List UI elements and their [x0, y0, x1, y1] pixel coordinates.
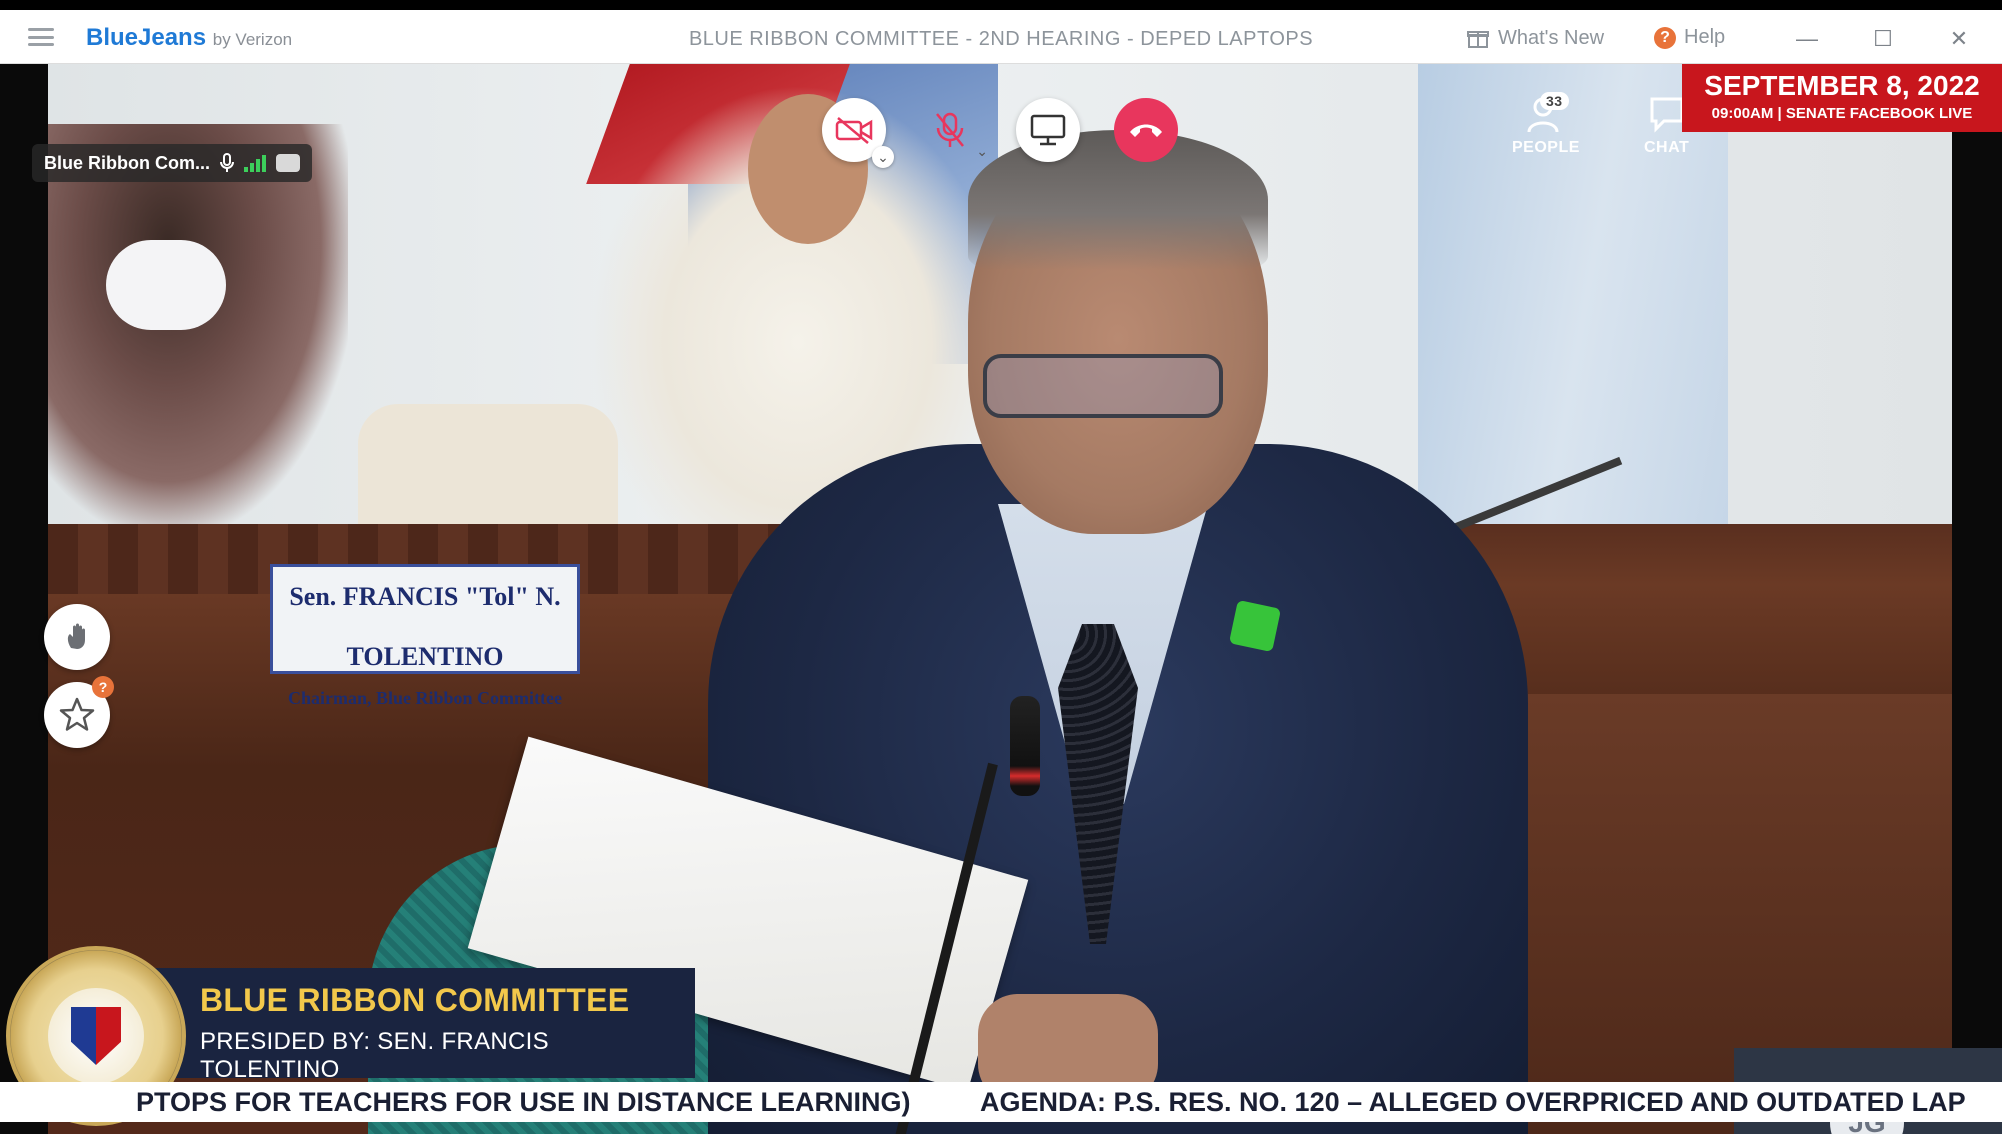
whats-new-button[interactable]: What's New	[1466, 26, 1604, 50]
participant-name: Blue Ribbon Com...	[44, 152, 210, 173]
mic-off-icon	[936, 112, 964, 147]
more-options-icon[interactable]	[276, 154, 300, 172]
raise-hand-icon	[67, 623, 85, 649]
broadcast-date: SEPTEMBER 8, 2022	[1704, 70, 1980, 101]
help-button[interactable]: ? Help	[1654, 26, 1725, 49]
people-count-badge: 33	[1540, 92, 1569, 110]
nameplate-name: Sen. FRANCIS "Tol" N. TOLENTINO	[289, 582, 561, 671]
star-icon	[59, 697, 95, 731]
lapel-pin	[1228, 599, 1282, 653]
participant-label: Blue Ribbon Com...	[32, 144, 312, 182]
help-icon: ?	[1654, 26, 1676, 49]
end-call-icon	[1130, 124, 1162, 137]
reactions-button[interactable]: ?	[44, 676, 114, 748]
lower-third-title: BLUE RIBBON COMMITTEE	[200, 982, 630, 1018]
end-call-button[interactable]	[1114, 98, 1178, 162]
chevron-down-icon[interactable]: ⌄	[976, 143, 988, 160]
news-ticker: PTOPS FOR TEACHERS FOR USE IN DISTANCE L…	[0, 1082, 2002, 1122]
ticker-text-right: AGENDA: P.S. RES. NO. 120 – ALLEGED OVER…	[980, 1087, 1966, 1117]
nameplate-role: Chairman, Blue Ribbon Committee	[288, 688, 562, 708]
lower-third-banner: BLUE RIBBON COMMITTEE PRESIDED BY: SEN. …	[150, 968, 695, 1083]
microphone	[1010, 696, 1040, 796]
title-bar: BlueJeans by Verizon BLUE RIBBON COMMITT…	[0, 10, 2002, 64]
raise-hand-button[interactable]	[44, 604, 110, 670]
chat-icon	[1650, 97, 1684, 133]
mic-icon	[220, 153, 234, 172]
screen-share-button[interactable]	[1016, 98, 1080, 162]
window-top-border	[0, 0, 2002, 10]
reactions-badge: ?	[92, 676, 114, 698]
shield-icon	[71, 1007, 121, 1065]
broadcast-time-source: 09:00AM | SENATE FACEBOOK LIVE	[1711, 105, 1973, 122]
maximize-button[interactable]: ☐	[1868, 24, 1898, 54]
ticker-text-left: PTOPS FOR TEACHERS FOR USE IN DISTANCE L…	[136, 1087, 911, 1117]
people-button[interactable]: 33 PEOPLE	[1512, 92, 1580, 157]
broadcast-date-box: SEPTEMBER 8, 2022 09:00AM | SENATE FACEB…	[1682, 64, 2002, 132]
lower-third-subtitle: PRESIDED BY: SEN. FRANCIS TOLENTINO	[200, 1028, 549, 1083]
right-letterbox	[1952, 64, 2002, 1134]
whats-new-label: What's New	[1498, 26, 1605, 49]
minimize-button[interactable]: —	[1792, 24, 1822, 54]
close-button[interactable]: ✕	[1944, 24, 1974, 54]
glasses	[983, 354, 1223, 418]
screen-share-icon	[1030, 114, 1066, 146]
people-label: PEOPLE	[1512, 139, 1580, 156]
signal-icon	[244, 154, 266, 172]
help-label: Help	[1684, 26, 1726, 48]
nameplate: Sen. FRANCIS "Tol" N. TOLENTINO Chairman…	[270, 564, 580, 708]
video-off-icon	[835, 117, 873, 144]
chevron-down-icon[interactable]: ⌄	[872, 146, 894, 168]
video-toggle-button[interactable]: ⌄	[822, 98, 894, 168]
chat-label: CHAT	[1644, 139, 1690, 156]
gift-icon	[1467, 31, 1489, 48]
meeting-stage: Sen. FRANCIS "Tol" N. TOLENTINO Chairman…	[0, 64, 2002, 1134]
mic-toggle-button[interactable]: ⌄	[918, 98, 988, 162]
